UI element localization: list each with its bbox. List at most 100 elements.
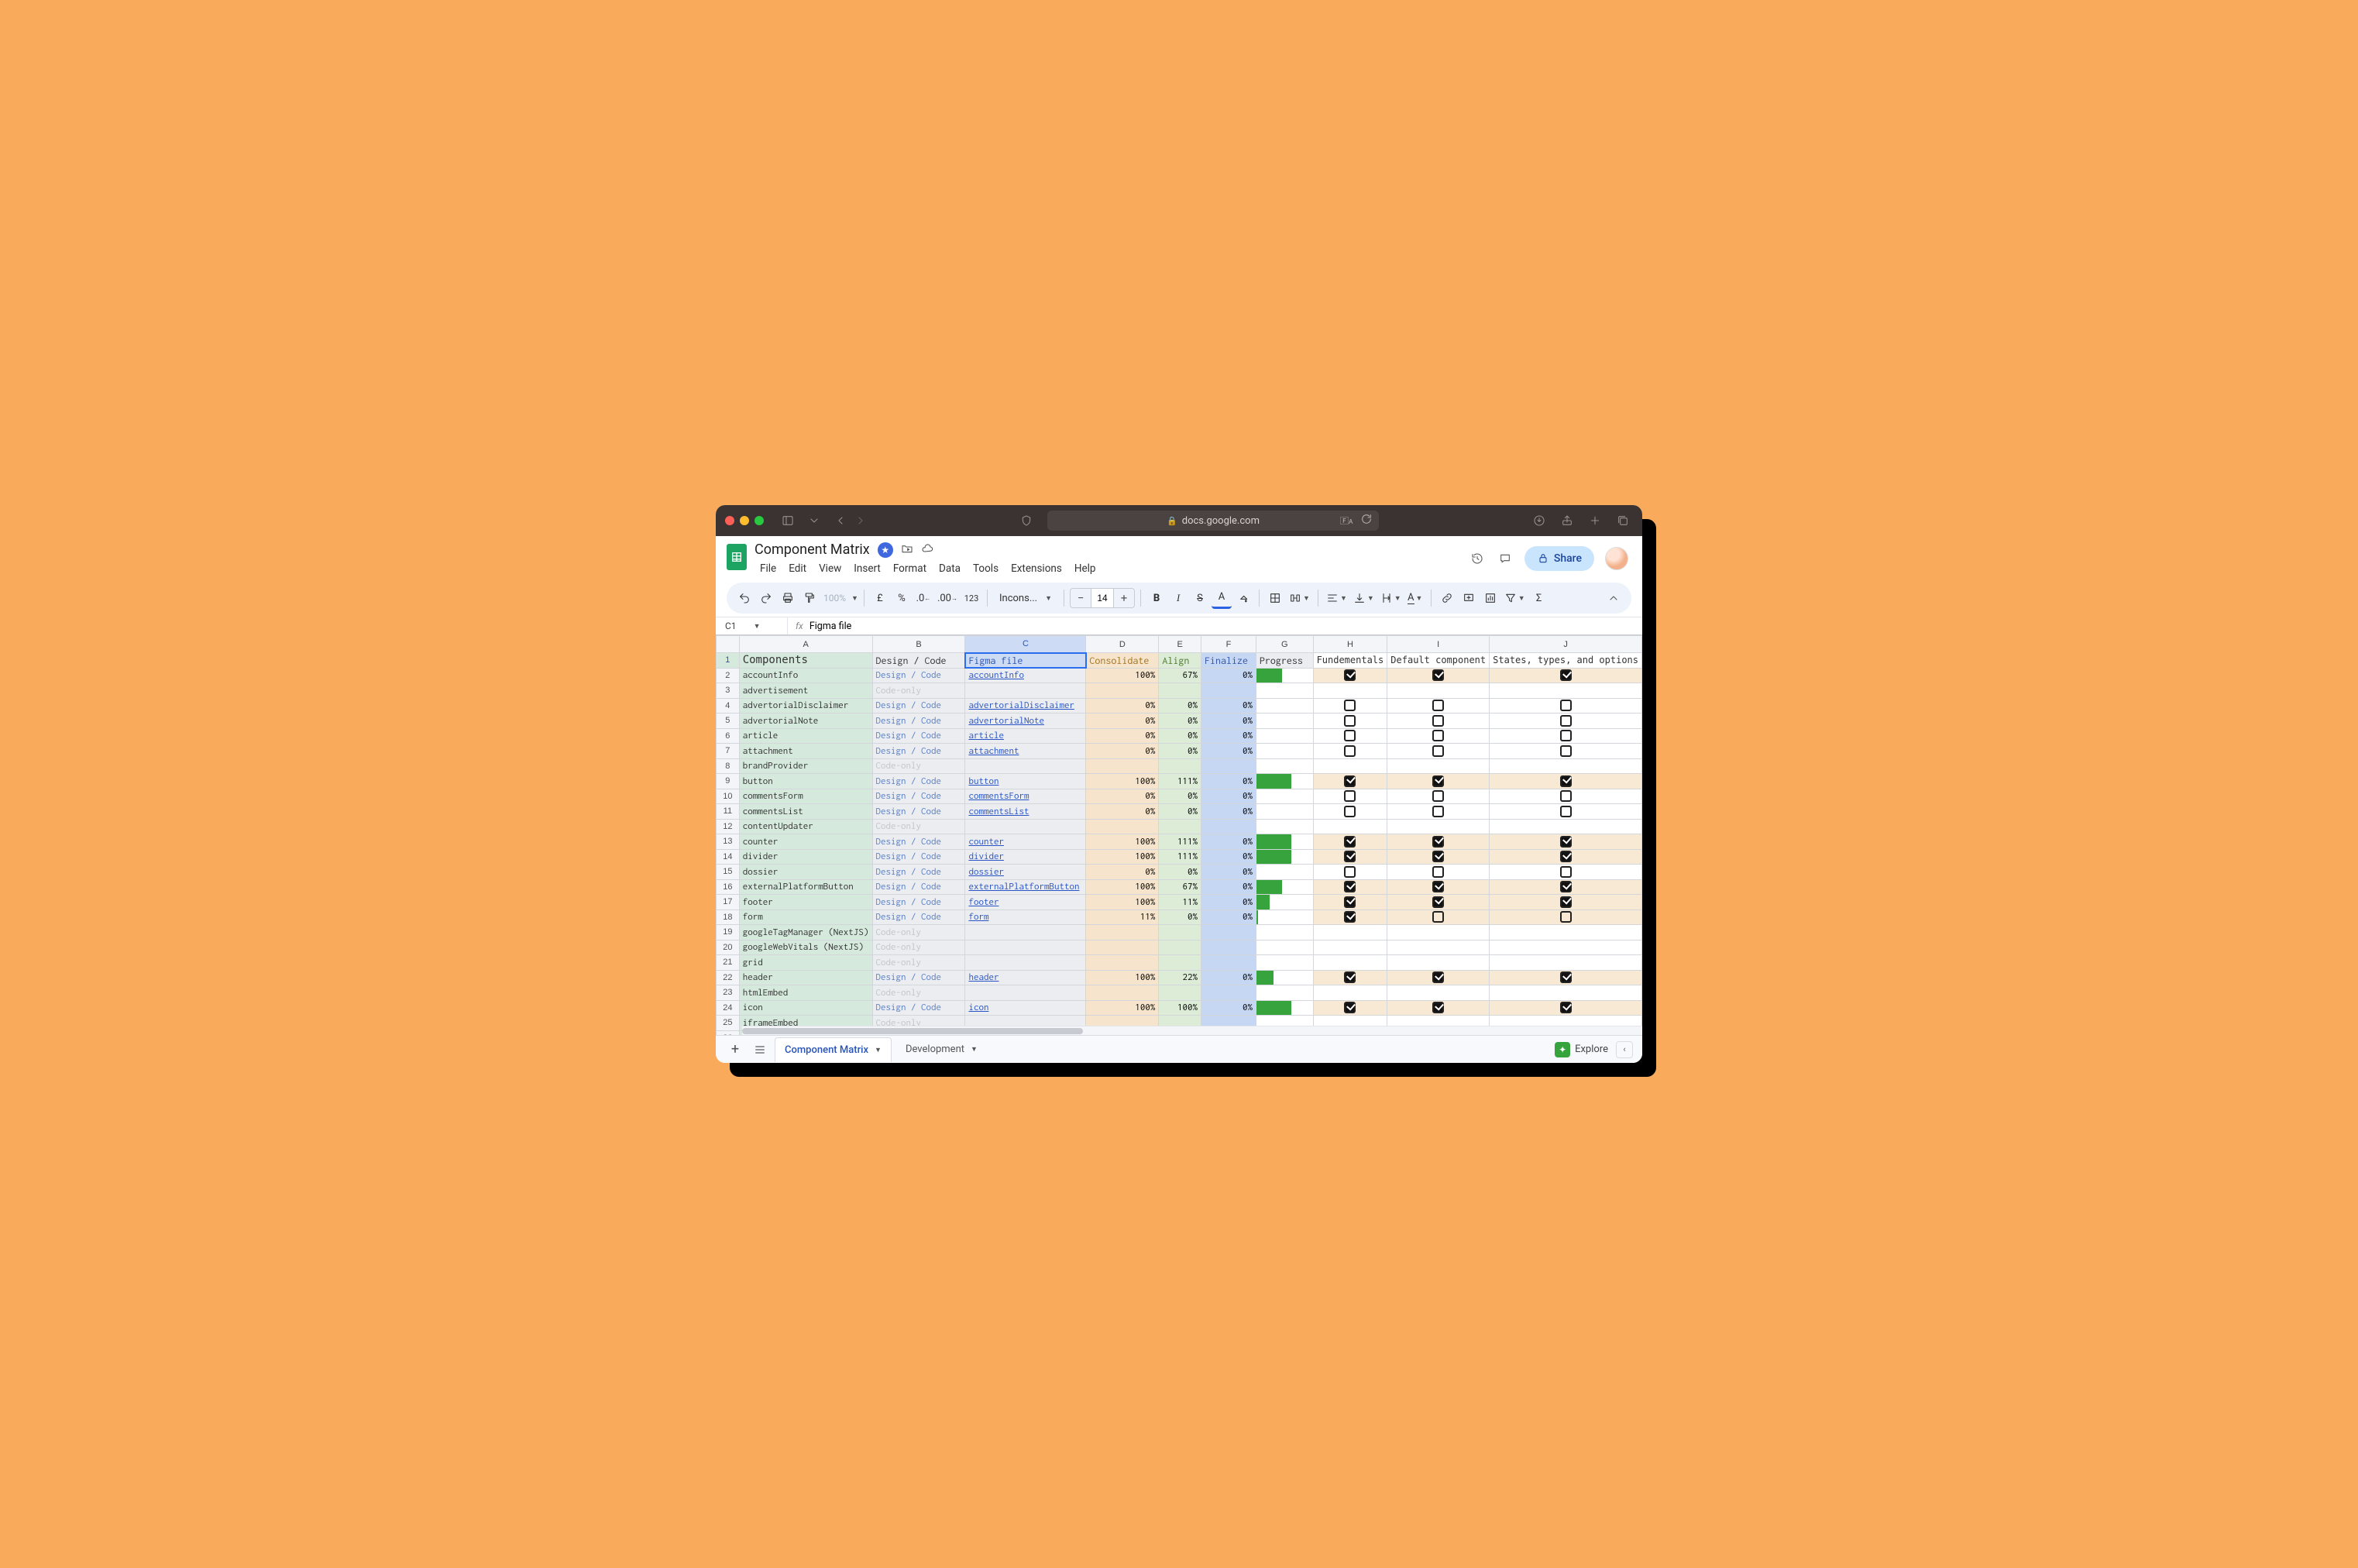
checkbox[interactable] bbox=[1560, 715, 1572, 727]
checkbox[interactable] bbox=[1560, 851, 1572, 862]
checkbox[interactable] bbox=[1432, 700, 1444, 711]
cell[interactable]: dossier bbox=[739, 865, 872, 880]
cell[interactable] bbox=[965, 758, 1086, 774]
cell[interactable] bbox=[1490, 910, 1642, 925]
col-header-F[interactable]: F bbox=[1201, 636, 1256, 653]
checkbox[interactable] bbox=[1432, 1002, 1444, 1013]
row-header-9[interactable]: 9 bbox=[717, 774, 740, 789]
cell[interactable]: googleTagManager (NextJS) bbox=[739, 925, 872, 940]
cell[interactable]: 0% bbox=[1159, 728, 1201, 744]
menu-insert[interactable]: Insert bbox=[848, 559, 886, 578]
cell[interactable]: advertorialDisclaimer bbox=[965, 698, 1086, 714]
downloads-icon[interactable] bbox=[1529, 511, 1549, 531]
cell[interactable]: 0% bbox=[1201, 879, 1256, 895]
cell-progress[interactable] bbox=[1256, 955, 1313, 971]
cell[interactable]: article bbox=[739, 728, 872, 744]
checkbox[interactable] bbox=[1560, 1002, 1572, 1013]
menu-tools[interactable]: Tools bbox=[968, 559, 1004, 578]
checkbox[interactable] bbox=[1560, 730, 1572, 741]
cell[interactable] bbox=[1159, 925, 1201, 940]
cell[interactable] bbox=[1086, 758, 1159, 774]
cell-progress[interactable] bbox=[1256, 970, 1313, 985]
cell[interactable]: Design / Code bbox=[872, 804, 965, 820]
cell[interactable]: accountInfo bbox=[965, 668, 1086, 683]
cell[interactable]: 0% bbox=[1159, 744, 1201, 759]
menu-help[interactable]: Help bbox=[1069, 559, 1102, 578]
new-tab-icon[interactable] bbox=[1585, 511, 1605, 531]
cell[interactable]: Progress bbox=[1256, 653, 1313, 669]
checkbox[interactable] bbox=[1432, 866, 1444, 878]
cell[interactable] bbox=[1387, 698, 1490, 714]
cell[interactable]: commentsList bbox=[965, 804, 1086, 820]
cell[interactable] bbox=[1490, 865, 1642, 880]
formula-value[interactable]: Figma file bbox=[809, 621, 851, 632]
cell[interactable]: 0% bbox=[1201, 668, 1256, 683]
row-header-6[interactable]: 6 bbox=[717, 728, 740, 744]
cell[interactable] bbox=[1159, 819, 1201, 834]
checkbox[interactable] bbox=[1344, 911, 1356, 923]
share-button[interactable]: Share bbox=[1524, 546, 1594, 571]
cell[interactable]: brandProvider bbox=[739, 758, 872, 774]
bold-btn[interactable]: B bbox=[1146, 587, 1167, 609]
cell[interactable]: Design / Code bbox=[872, 744, 965, 759]
row-header-21[interactable]: 21 bbox=[717, 955, 740, 971]
checkbox[interactable] bbox=[1344, 775, 1356, 787]
cell[interactable]: accountInfo bbox=[739, 668, 872, 683]
cell[interactable]: dossier bbox=[965, 865, 1086, 880]
row-header-14[interactable]: 14 bbox=[717, 849, 740, 865]
cell[interactable] bbox=[1387, 970, 1490, 985]
checkbox[interactable] bbox=[1344, 896, 1356, 908]
halign-icon[interactable]: ▼ bbox=[1324, 587, 1349, 609]
cell-progress[interactable] bbox=[1256, 683, 1313, 699]
row-header-23[interactable]: 23 bbox=[717, 985, 740, 1001]
cell[interactable] bbox=[1313, 849, 1387, 865]
checkbox[interactable] bbox=[1344, 806, 1356, 817]
cell[interactable]: commentsForm bbox=[739, 789, 872, 804]
functions-icon[interactable]: Σ bbox=[1529, 587, 1549, 609]
checkbox[interactable] bbox=[1560, 775, 1572, 787]
cell[interactable] bbox=[1313, 910, 1387, 925]
cell[interactable]: 0% bbox=[1086, 804, 1159, 820]
cell-progress[interactable] bbox=[1256, 865, 1313, 880]
cell[interactable] bbox=[1313, 698, 1387, 714]
star-icon[interactable]: ★ bbox=[878, 542, 893, 558]
checkbox[interactable] bbox=[1344, 881, 1356, 892]
paint-format-icon[interactable] bbox=[799, 587, 820, 609]
row-header-7[interactable]: 7 bbox=[717, 744, 740, 759]
cell[interactable]: header bbox=[739, 970, 872, 985]
cell[interactable]: Design / Code bbox=[872, 698, 965, 714]
cell[interactable] bbox=[1490, 895, 1642, 910]
checkbox[interactable] bbox=[1560, 700, 1572, 711]
col-header-D[interactable]: D bbox=[1086, 636, 1159, 653]
cell[interactable] bbox=[1490, 668, 1642, 683]
row-header-22[interactable]: 22 bbox=[717, 970, 740, 985]
figma-link[interactable]: button bbox=[968, 776, 999, 786]
cell[interactable] bbox=[1313, 758, 1387, 774]
cell[interactable]: 0% bbox=[1086, 714, 1159, 729]
cell[interactable] bbox=[1387, 758, 1490, 774]
cell[interactable]: divider bbox=[965, 849, 1086, 865]
row-header-4[interactable]: 4 bbox=[717, 698, 740, 714]
cell[interactable] bbox=[1086, 940, 1159, 955]
back-button[interactable] bbox=[830, 511, 851, 531]
cell[interactable]: 0% bbox=[1201, 895, 1256, 910]
cell[interactable]: Design / Code bbox=[872, 910, 965, 925]
col-header-H[interactable]: H bbox=[1313, 636, 1387, 653]
row-header-5[interactable]: 5 bbox=[717, 714, 740, 729]
cell[interactable]: 0% bbox=[1159, 804, 1201, 820]
print-icon[interactable] bbox=[778, 587, 798, 609]
menu-data[interactable]: Data bbox=[933, 559, 966, 578]
dec-increase-icon[interactable]: .00→ bbox=[935, 587, 960, 609]
cell[interactable]: 0% bbox=[1201, 834, 1256, 850]
wrap-icon[interactable]: ▼ bbox=[1378, 587, 1404, 609]
cell[interactable] bbox=[1313, 714, 1387, 729]
cell[interactable]: Design / Code bbox=[872, 865, 965, 880]
cell[interactable] bbox=[965, 819, 1086, 834]
cell[interactable]: advertorialNote bbox=[965, 714, 1086, 729]
cell[interactable]: 0% bbox=[1201, 910, 1256, 925]
cell[interactable]: button bbox=[965, 774, 1086, 789]
checkbox[interactable] bbox=[1432, 715, 1444, 727]
cell-progress[interactable] bbox=[1256, 758, 1313, 774]
sidebar-icon[interactable] bbox=[778, 511, 798, 531]
avatar[interactable] bbox=[1605, 547, 1628, 570]
